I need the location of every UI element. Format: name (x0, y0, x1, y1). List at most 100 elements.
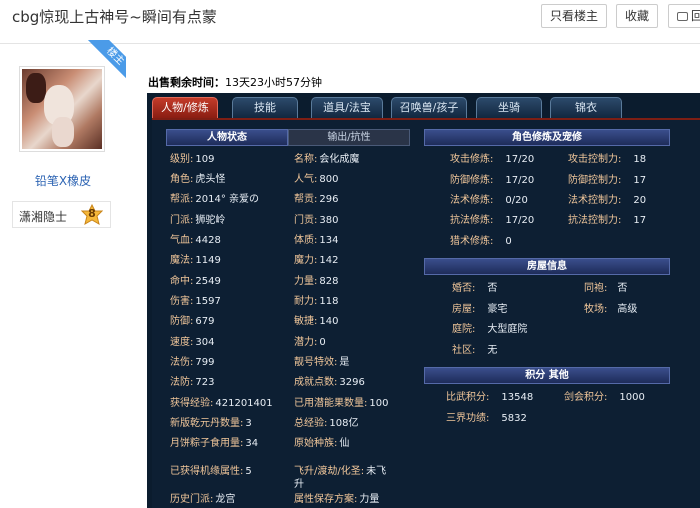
user-level: 潇湘隐士 8 (12, 201, 111, 228)
stat-label: 敏捷: (294, 316, 318, 327)
stat-label: 已用潜能果数量: (294, 398, 368, 409)
stat-row: 潜力: 0 (294, 336, 326, 350)
stat-value: 800 (319, 174, 339, 185)
stat-value: 134 (319, 235, 339, 246)
stat-label: 婚否: (452, 283, 476, 294)
stat-label: 牧场: (584, 304, 608, 315)
comment-icon (677, 12, 688, 21)
house-row: 同袍: 否 (584, 282, 627, 296)
reply-button[interactable]: 回 (668, 4, 700, 28)
stat-value: 118 (319, 296, 339, 307)
stat-row: 人气: 800 (294, 173, 338, 187)
stat-value: 大型庭院 (487, 324, 528, 335)
stat-value: 13548 (501, 392, 534, 403)
stat-label: 力量: (294, 276, 318, 287)
stat-label: 同袍: (584, 283, 608, 294)
tab-status[interactable]: 人物状态 (166, 129, 288, 146)
stat-row: 历史门派: 龙宫 (170, 493, 235, 507)
user-name-link[interactable]: 铅笔X橡皮 (20, 172, 106, 189)
stat-row: 飞升/渡劫/化圣: 未飞 (294, 465, 386, 479)
stat-label: 月饼粽子食用量: (170, 438, 244, 449)
stat-row: 敏捷: 140 (294, 315, 338, 329)
stat-value: 679 (195, 316, 215, 327)
stat-value: 380 (319, 215, 339, 226)
stat-value: 虎头怪 (195, 174, 226, 185)
stat-label: 法术修炼: (450, 195, 494, 206)
cultivation-row: 法术修炼: 0/20 (450, 194, 528, 208)
stat-value: 296 (319, 194, 339, 205)
stat-value: 17 (633, 215, 647, 226)
stat-label: 体质: (294, 235, 318, 246)
stat-value: 3296 (339, 377, 365, 388)
stat-row: 法防: 723 (170, 376, 214, 390)
character-content: 人物状态 输出/抗性 角色修炼及宠修 房屋信息 积分 其他 级别: 109 角色: 虎… (152, 118, 700, 508)
stat-value: 17/20 (505, 154, 535, 165)
stat-value: 1000 (619, 392, 645, 403)
tab-output-resistance[interactable]: 输出/抗性 (288, 129, 410, 146)
favorite-button[interactable]: 收藏 (616, 4, 659, 28)
stat-row: 靓号特效: 是 (294, 356, 349, 370)
level-number: 8 (88, 207, 96, 220)
stat-label: 防御控制力: (568, 175, 622, 186)
stat-label: 成就点数: (294, 377, 338, 388)
stat-value: 豪宅 (487, 304, 508, 315)
stat-value: 421201401 (215, 398, 273, 409)
score-row: 比武积分: 13548 (446, 391, 533, 405)
cultivation-row: 抗法修炼: 17/20 (450, 214, 534, 228)
stat-value: 0 (319, 337, 326, 348)
house-title: 房屋信息 (424, 258, 670, 275)
cultivation-row: 防御控制力: 17 (568, 174, 646, 188)
stat-row: 已获得机缘属性: 5 (170, 465, 252, 479)
only-owner-button[interactable]: 只看楼主 (541, 4, 608, 28)
tab-items[interactable]: 道具/法宝 (311, 97, 383, 118)
stat-row: 门贡: 380 (294, 214, 338, 228)
stat-row: 防御: 679 (170, 315, 214, 329)
level-name: 潇湘隐士 (19, 210, 68, 224)
sale-time-label: 出售剩余时间： (148, 76, 225, 89)
score-row: 剑会积分: 1000 (564, 391, 645, 405)
tab-summons[interactable]: 召唤兽/孩子 (391, 97, 467, 118)
stat-row: 角色: 虎头怪 (170, 173, 225, 187)
tab-mounts[interactable]: 坐骑 (476, 97, 542, 118)
stat-row: 速度: 304 (170, 336, 214, 350)
house-row: 婚否: 否 (452, 282, 497, 296)
house-row: 庭院: 大型庭院 (452, 323, 527, 337)
tab-character[interactable]: 人物/修炼 (152, 97, 218, 118)
stat-value: 龙宫 (215, 494, 236, 505)
sale-time-value: 13天23小时57分钟 (225, 76, 322, 89)
stat-row: 级别: 109 (170, 153, 214, 167)
stat-value: 108亿 (329, 418, 359, 429)
stat-value: 0 (505, 236, 512, 247)
avatar-image (22, 69, 102, 149)
stat-label: 命中: (170, 276, 194, 287)
tab-outfits[interactable]: 锦衣 (550, 97, 622, 118)
cultivation-row: 攻击修炼: 17/20 (450, 153, 534, 167)
stat-value: 100 (369, 398, 389, 409)
stat-row: 门派: 狮驼岭 (170, 214, 225, 228)
stat-label: 门派: (170, 215, 194, 226)
stat-value: 17/20 (505, 215, 535, 226)
house-row: 社区: 无 (452, 344, 497, 358)
stat-value: 304 (195, 337, 215, 348)
stat-label: 帮贡: (294, 194, 318, 205)
stat-value: 1597 (195, 296, 221, 307)
stat-row: 帮贡: 296 (294, 193, 338, 207)
stat-label: 比武积分: (446, 392, 490, 403)
stat-label: 社区: (452, 345, 476, 356)
stat-row: 力量: 828 (294, 275, 338, 289)
stat-label: 三界功绩: (446, 413, 490, 424)
owner-ribbon: 楼主 (86, 40, 126, 80)
tab-skills[interactable]: 技能 (232, 97, 298, 118)
stat-row: 气血: 4428 (170, 234, 221, 248)
stat-value: 828 (319, 276, 339, 287)
stat-row: 属性保存方案: 力量 (294, 493, 379, 507)
stat-label: 飞升/渡劫/化圣: (294, 466, 365, 477)
stat-value: 未飞 (366, 466, 387, 477)
stat-value: 2014° 亲爱の (195, 194, 260, 205)
stat-row: 已用潜能果数量: 100 (294, 397, 388, 411)
stat-row: 月饼粽子食用量: 34 (170, 437, 258, 451)
cultivation-title: 角色修炼及宠修 (424, 129, 670, 146)
stat-value: 仙 (339, 438, 350, 449)
stat-value: 18 (633, 154, 647, 165)
stat-value: 是 (339, 357, 350, 368)
